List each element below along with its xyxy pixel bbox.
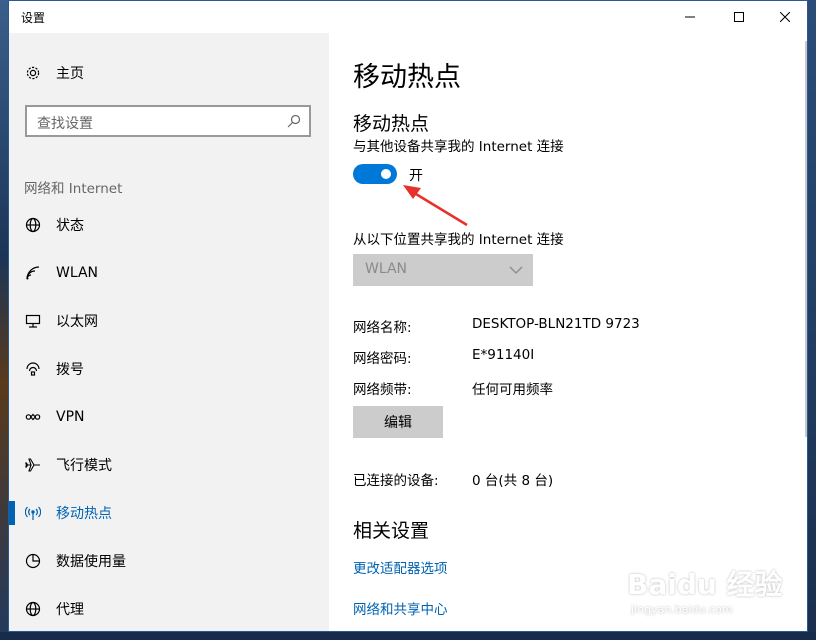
sidebar-item-label: 移动热点	[56, 506, 112, 522]
ethernet-icon	[25, 313, 41, 329]
settings-window: 设置 主页 查找设置 网络和 Internet 状态 WLAN 以太网 拨号 V…	[8, 0, 808, 632]
maximize-button[interactable]	[716, 1, 762, 33]
maximize-icon	[734, 12, 744, 22]
page-title: 移动热点	[353, 62, 461, 93]
close-icon	[780, 12, 790, 22]
share-from-label: 从以下位置共享我的 Internet 连接	[353, 232, 564, 248]
related-settings-title: 相关设置	[353, 520, 430, 542]
edit-button[interactable]: 编辑	[353, 406, 443, 438]
sidebar-item-airplane[interactable]: 飞行模式	[9, 441, 329, 489]
sidebar-item-label: 飞行模式	[56, 458, 112, 474]
minimize-icon	[685, 16, 695, 18]
title-bar: 设置	[9, 1, 807, 33]
wifi-icon	[25, 265, 41, 281]
sidebar-item-status[interactable]: 状态	[9, 201, 329, 249]
hotspot-icon	[25, 505, 41, 521]
sidebar-item-label: 以太网	[56, 314, 98, 330]
connected-devices-label: 已连接的设备:	[353, 473, 439, 489]
hotspot-toggle[interactable]	[353, 164, 397, 184]
sidebar-item-label: 主页	[56, 66, 84, 82]
sidebar-item-dialup[interactable]: 拨号	[9, 345, 329, 393]
search-icon	[287, 114, 301, 128]
sidebar-item-label: 状态	[56, 218, 84, 234]
section-label: 网络和 Internet	[24, 181, 123, 197]
toggle-state-label: 开	[409, 168, 423, 184]
toggle-knob	[381, 169, 391, 179]
minimize-button[interactable]	[667, 1, 713, 33]
network-name-label: 网络名称:	[353, 320, 412, 336]
globe-icon	[25, 601, 41, 617]
hotspot-description: 与其他设备共享我的 Internet 连接	[353, 139, 564, 155]
watermark: Baidu 经验 jingyan.baidu.com	[627, 559, 807, 629]
watermark-logo: Baidu 经验	[627, 568, 783, 601]
globe-icon	[25, 217, 41, 233]
section-title: 移动热点	[353, 113, 430, 135]
annotation-arrow-icon	[403, 185, 468, 227]
sidebar-item-wlan[interactable]: WLAN	[9, 249, 329, 297]
sidebar-item-label: VPN	[56, 409, 85, 425]
sidebar-item-vpn[interactable]: VPN	[9, 393, 329, 441]
sidebar: 主页 查找设置 网络和 Internet 状态 WLAN 以太网 拨号 VPN …	[9, 33, 329, 631]
network-sharing-center-link[interactable]: 网络和共享中心	[353, 598, 448, 618]
sidebar-item-data-usage[interactable]: 数据使用量	[9, 537, 329, 585]
dialup-icon	[25, 361, 41, 377]
sidebar-item-proxy[interactable]: 代理	[9, 585, 329, 631]
dropdown-value: WLAN	[365, 261, 408, 277]
desktop-background-left	[0, 0, 8, 640]
window-title: 设置	[21, 11, 46, 25]
sidebar-item-label: 代理	[56, 602, 84, 618]
watermark-url: jingyan.baidu.com	[631, 603, 733, 616]
sidebar-item-label: 拨号	[56, 362, 84, 378]
sidebar-item-ethernet[interactable]: 以太网	[9, 297, 329, 345]
search-input[interactable]: 查找设置	[25, 105, 311, 137]
network-password-label: 网络密码:	[353, 351, 412, 367]
network-password-value: E*91140I	[472, 347, 535, 363]
vpn-icon	[25, 409, 41, 425]
airplane-icon	[25, 457, 41, 473]
chevron-down-icon	[509, 266, 523, 274]
close-button[interactable]	[762, 1, 807, 33]
sidebar-item-home[interactable]: 主页	[9, 49, 329, 97]
sidebar-item-label: 数据使用量	[56, 554, 126, 570]
network-name-value: DESKTOP-BLN21TD 9723	[472, 316, 640, 332]
sidebar-item-hotspot[interactable]: 移动热点	[9, 489, 329, 537]
share-source-dropdown[interactable]: WLAN	[353, 254, 533, 286]
taskbar-edge	[0, 632, 816, 640]
desktop-background-right	[808, 0, 816, 640]
search-placeholder: 查找设置	[37, 116, 93, 132]
sidebar-item-label: WLAN	[56, 265, 99, 281]
connected-devices-value: 0 台(共 8 台)	[472, 473, 554, 489]
scrollbar[interactable]	[805, 41, 807, 437]
network-band-value: 任何可用频率	[472, 382, 553, 398]
main-content: 移动热点 移动热点 与其他设备共享我的 Internet 连接 开 从以下位置共…	[329, 33, 799, 631]
adapter-options-link[interactable]: 更改适配器选项	[353, 557, 448, 577]
gear-icon	[25, 65, 41, 81]
data-usage-icon	[25, 553, 41, 569]
network-band-label: 网络频带:	[353, 382, 412, 398]
